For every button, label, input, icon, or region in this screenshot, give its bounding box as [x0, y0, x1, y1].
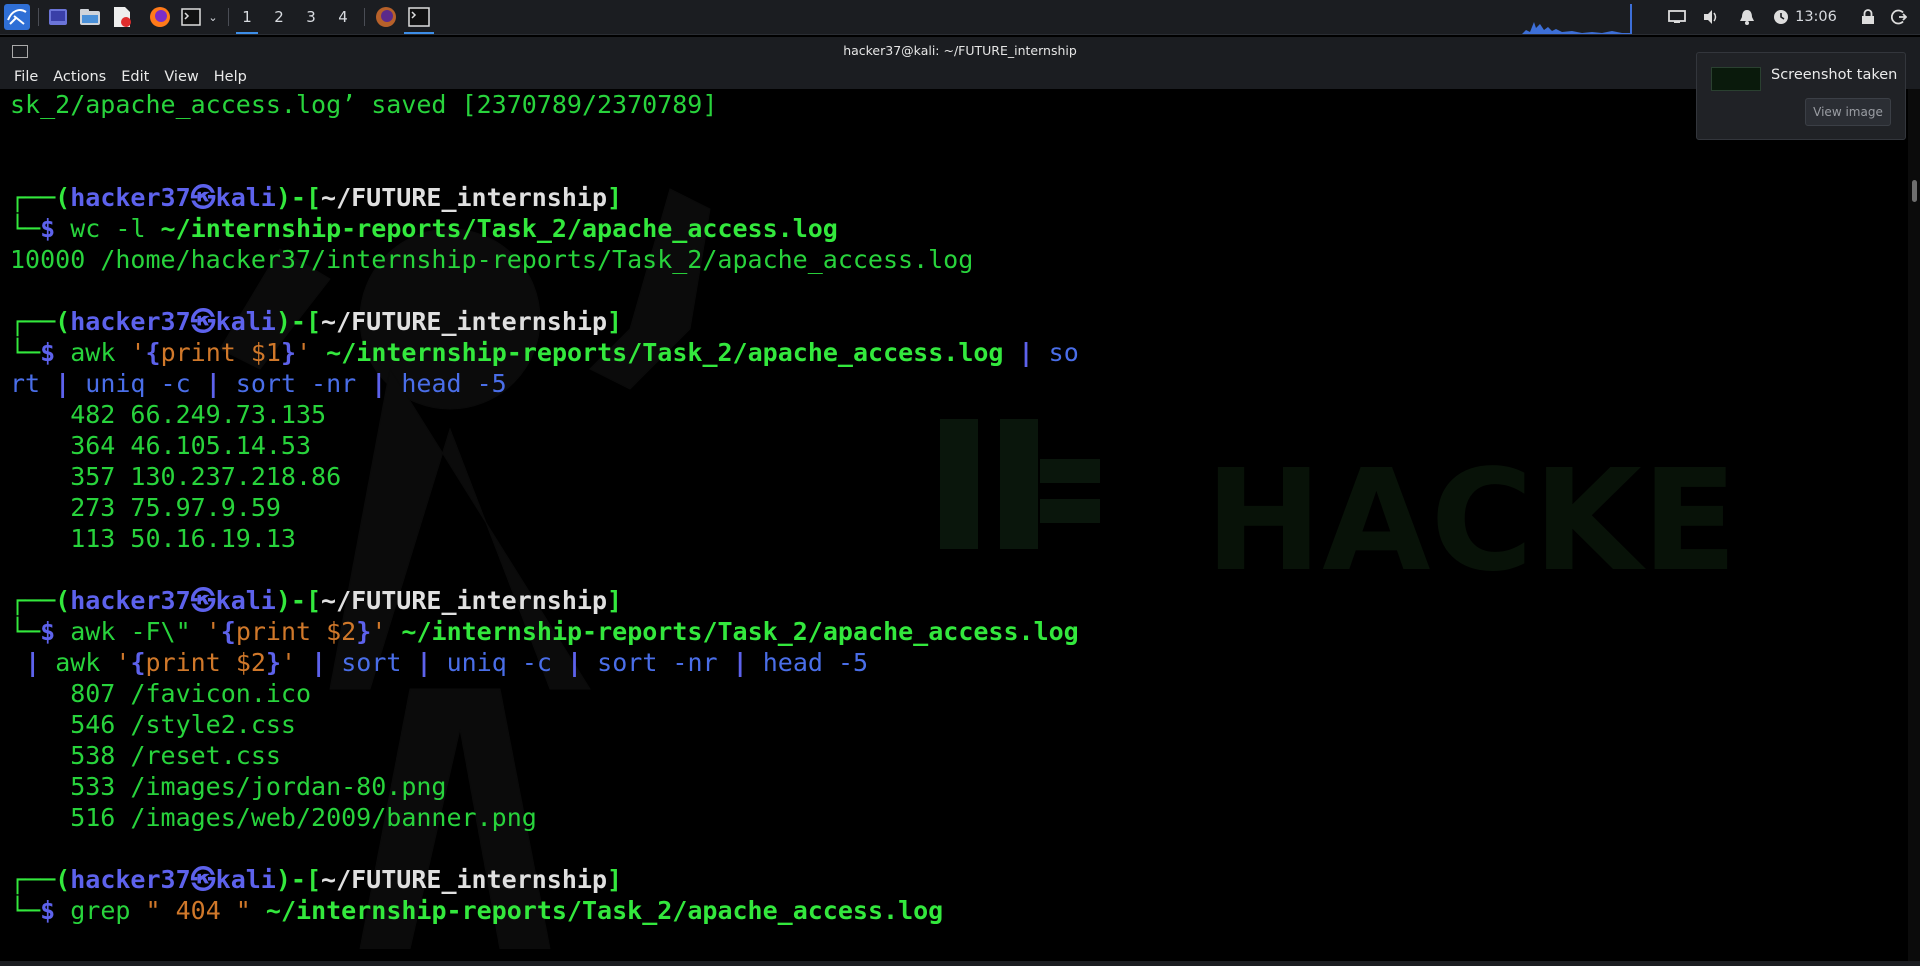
menu-view[interactable]: View [158, 65, 207, 89]
command-line: └─$ awk '{print $1}' ~/internship-report… [10, 338, 1079, 367]
output-line: 357 130.237.218.86 [10, 462, 342, 491]
firefox-icon [150, 7, 170, 27]
clock-time[interactable]: 13:06 [1792, 0, 1840, 34]
terminal-scrollbar[interactable] [1908, 89, 1920, 961]
taskbar-terminal[interactable] [402, 0, 436, 34]
workspace-3[interactable]: 3 [296, 0, 326, 34]
firefox-button[interactable] [146, 0, 174, 34]
terminal-launcher-button[interactable] [178, 0, 204, 34]
kali-menu-button[interactable] [2, 0, 32, 34]
terminal-icon [181, 8, 201, 26]
volume-icon[interactable] [1698, 0, 1724, 34]
output-line: 273 75.97.9.59 [10, 493, 281, 522]
display-icon[interactable] [1664, 0, 1690, 34]
terminal-dropdown-chevron-icon[interactable]: ⌄ [205, 0, 221, 34]
screenshot-thumbnail [1711, 67, 1761, 91]
output-line: 364 46.105.14.53 [10, 431, 312, 460]
clock-icon [1770, 0, 1792, 34]
network-monitor-graph [1522, 0, 1632, 34]
output-line: 546 /style2.css [10, 710, 296, 739]
output-line: 113 50.16.19.13 [10, 524, 296, 553]
prompt-line: ┌──(hacker37㉿kali)-[~/FUTURE_internship] [10, 586, 623, 615]
terminal-output[interactable]: HACKER sk_2/apache_access.log’ saved [23… [0, 89, 1908, 961]
prompt-line: ┌──(hacker37㉿kali)-[~/FUTURE_internship] [10, 183, 623, 212]
command-continuation: rt | uniq -c | sort -nr | head -5 [10, 369, 507, 398]
workspace-1[interactable]: 1 [232, 0, 262, 34]
output-line: 533 /images/jordan-80.png [10, 772, 447, 801]
output-line: 807 /favicon.ico [10, 679, 312, 708]
menu-file[interactable]: File [8, 65, 47, 89]
scrollbar-thumb[interactable] [1912, 180, 1917, 202]
window-menu-icon[interactable] [12, 45, 28, 58]
workspace-2[interactable]: 2 [264, 0, 294, 34]
window-titlebar[interactable]: hacker37@kali: ~/FUTURE_internship [0, 37, 1920, 65]
text-editor-button[interactable] [108, 0, 136, 34]
text-editor-icon [114, 7, 131, 27]
menu-edit[interactable]: Edit [115, 65, 158, 89]
menu-bar: File Actions Edit View Help [0, 65, 1920, 89]
prompt-line: ┌──(hacker37㉿kali)-[~/FUTURE_internship] [10, 865, 623, 894]
view-image-button[interactable]: View image [1805, 98, 1891, 126]
output-line: 10000 /home/hacker37/internship-reports/… [10, 245, 974, 274]
window-title: hacker37@kali: ~/FUTURE_internship [843, 43, 1077, 58]
screenshot-notification[interactable]: Screenshot taken View image [1696, 52, 1906, 140]
notification-title: Screenshot taken [1771, 67, 1898, 83]
output-line: 482 66.249.73.135 [10, 400, 327, 429]
output-line: sk_2/apache_access.log’ saved [2370789/2… [10, 90, 718, 119]
workspace-4[interactable]: 4 [328, 0, 358, 34]
terminal-icon [408, 7, 430, 27]
command-line: └─$ awk -F\" '{print $2}' ~/internship-r… [10, 617, 1079, 646]
taskbar-firefox[interactable] [370, 0, 402, 34]
menu-help[interactable]: Help [208, 65, 256, 89]
command-continuation: | awk '{print $2}' | sort | uniq -c | so… [25, 648, 869, 677]
command-line: └─$ grep " 404 " ~/internship-reports/Ta… [10, 896, 944, 925]
prompt-line: ┌──(hacker37㉿kali)-[~/FUTURE_internship] [10, 307, 623, 336]
kali-logo-icon [4, 4, 30, 30]
command-line: └─$ wc -l ~/internship-reports/Task_2/ap… [10, 214, 838, 243]
svg-text:HACKER: HACKER [1205, 440, 1750, 603]
notification-bell-icon[interactable] [1734, 0, 1760, 34]
file-manager-button[interactable] [76, 0, 104, 34]
lock-screen-icon[interactable] [1856, 0, 1880, 34]
folder-icon [80, 9, 100, 25]
firefox-icon [376, 7, 396, 27]
logout-icon[interactable] [1886, 0, 1912, 34]
show-desktop-button[interactable] [44, 0, 72, 34]
output-line: 516 /images/web/2009/banner.png [10, 803, 537, 832]
desktop-icon [49, 9, 67, 25]
output-line: 538 /reset.css [10, 741, 281, 770]
menu-actions[interactable]: Actions [47, 65, 115, 89]
top-panel: ⌄ 1 2 3 4 13:06 [0, 0, 1920, 35]
